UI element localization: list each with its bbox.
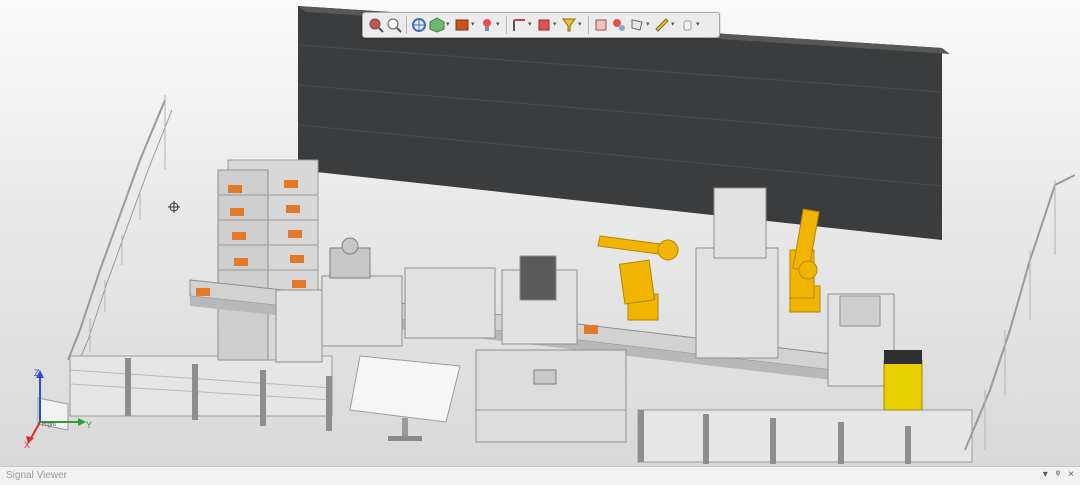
dropdown-arrow-icon[interactable]: ▾	[646, 17, 651, 33]
filter-icon[interactable]	[561, 17, 577, 33]
triad-y-label: Y	[86, 420, 92, 430]
orientation-triad[interactable]: Z Y X Right	[20, 368, 100, 448]
dropdown-arrow-icon[interactable]: ▾	[496, 17, 501, 33]
fence-right	[964, 174, 1076, 451]
dropdown-arrow-icon[interactable]: ▾	[671, 17, 676, 33]
fence-front-right	[637, 409, 973, 464]
panel-menu-icon[interactable]: ▾	[1043, 469, 1048, 480]
dropdown-arrow-icon[interactable]: ▾	[696, 17, 701, 33]
render-style-icon[interactable]	[454, 17, 470, 33]
production-line-scene[interactable]	[0, 0, 1080, 466]
view-orientation-icon[interactable]	[429, 17, 445, 33]
robot-frame-icon[interactable]	[511, 17, 527, 33]
panel-pin-icon[interactable]: ᵠ	[1056, 469, 1060, 480]
dropdown-arrow-icon[interactable]: ▾	[578, 17, 583, 33]
robot-arm-2	[789, 208, 821, 313]
separator	[406, 16, 407, 34]
signal-viewer-title: Signal Viewer	[6, 470, 67, 481]
view-toolbar: ▾ ▾ ▾ ▾ ▾ ▾ ▾ ▾ ▾	[362, 12, 720, 38]
control-cabinet	[475, 349, 627, 443]
light-icon[interactable]	[479, 17, 495, 33]
panel-controls: ▾ ᵠ ×	[1043, 469, 1074, 480]
hand-icon[interactable]	[679, 17, 695, 33]
3d-viewport[interactable]: ▾ ▾ ▾ ▾ ▾ ▾ ▾ ▾ ▾ Z Y X Right	[0, 0, 1080, 466]
robot-arm-1	[597, 235, 679, 321]
dropdown-arrow-icon[interactable]: ▾	[528, 17, 533, 33]
select-component-icon[interactable]	[629, 17, 645, 33]
back-wall	[297, 6, 950, 240]
section-box-icon[interactable]	[536, 17, 552, 33]
touch-screen-stand	[349, 355, 461, 441]
fence-front-left	[69, 355, 333, 431]
snap-icon[interactable]	[611, 17, 627, 33]
zoom-window-icon[interactable]	[386, 17, 402, 33]
dropdown-arrow-icon[interactable]: ▾	[471, 17, 476, 33]
zoom-to-fit-icon[interactable]	[368, 17, 384, 33]
dual-arm-robot	[329, 237, 371, 279]
target-cursor-icon	[168, 201, 180, 213]
measure-icon[interactable]	[593, 17, 609, 33]
triad-z-label: Z	[34, 368, 40, 378]
separator	[588, 16, 589, 34]
fence-left	[67, 95, 173, 398]
separator	[506, 16, 507, 34]
panel-close-icon[interactable]: ×	[1068, 469, 1074, 480]
dropdown-arrow-icon[interactable]: ▾	[446, 17, 451, 33]
signal-viewer-panel: Signal Viewer ▾ ᵠ ×	[0, 466, 1080, 485]
ruler-icon[interactable]	[654, 17, 670, 33]
dropdown-arrow-icon[interactable]: ▾	[553, 17, 558, 33]
agv-cart	[883, 350, 923, 411]
triad-x-label: X	[24, 440, 30, 448]
pan-icon[interactable]	[411, 17, 427, 33]
triad-face-label: Right	[42, 422, 56, 428]
